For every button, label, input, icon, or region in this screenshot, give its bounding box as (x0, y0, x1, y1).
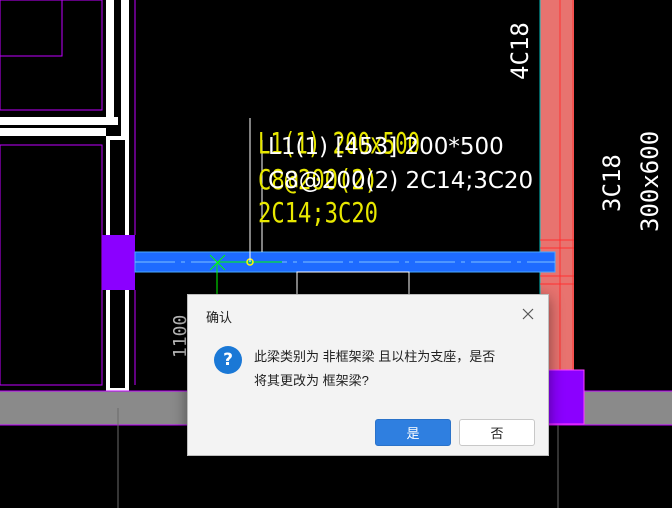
question-icon: ? (214, 346, 242, 374)
column-magenta[interactable] (548, 370, 584, 424)
dialog-message-line2: 将其更改为 框架梁? (254, 373, 369, 388)
confirm-dialog: 确认 ? 此梁类别为 非框架梁 且以柱为支座，是否 将其更改为 框架梁? 是 否 (187, 294, 549, 456)
yes-button[interactable]: 是 (375, 419, 451, 446)
beam-label-yellow-3: 2C14;3C20 (258, 196, 378, 229)
no-button[interactable]: 否 (459, 419, 535, 446)
room-outline (0, 0, 103, 111)
column-label-right-1: 3C18 (598, 154, 626, 212)
column-label-top: 4C18 (506, 22, 534, 80)
room-outline (0, 144, 103, 386)
column-label-right-2: 300x600 (636, 131, 664, 232)
dialog-message-line1: 此梁类别为 非框架梁 且以柱为支座，是否 (254, 349, 496, 364)
beam-label-white-1: L1(1) [453] 200*500 (268, 134, 504, 160)
beam-label-white-2: C8@200(2) 2C14;3C20 (268, 168, 534, 194)
close-icon[interactable] (518, 304, 538, 324)
dialog-title: 确认 (206, 310, 233, 325)
wall (0, 117, 118, 125)
dialog-message: 此梁类别为 非框架梁 且以柱为支座，是否 将其更改为 框架梁? (254, 345, 524, 393)
column-magenta[interactable] (102, 235, 135, 290)
room-outline (0, 0, 63, 57)
wall (106, 0, 114, 125)
wall (0, 128, 106, 136)
